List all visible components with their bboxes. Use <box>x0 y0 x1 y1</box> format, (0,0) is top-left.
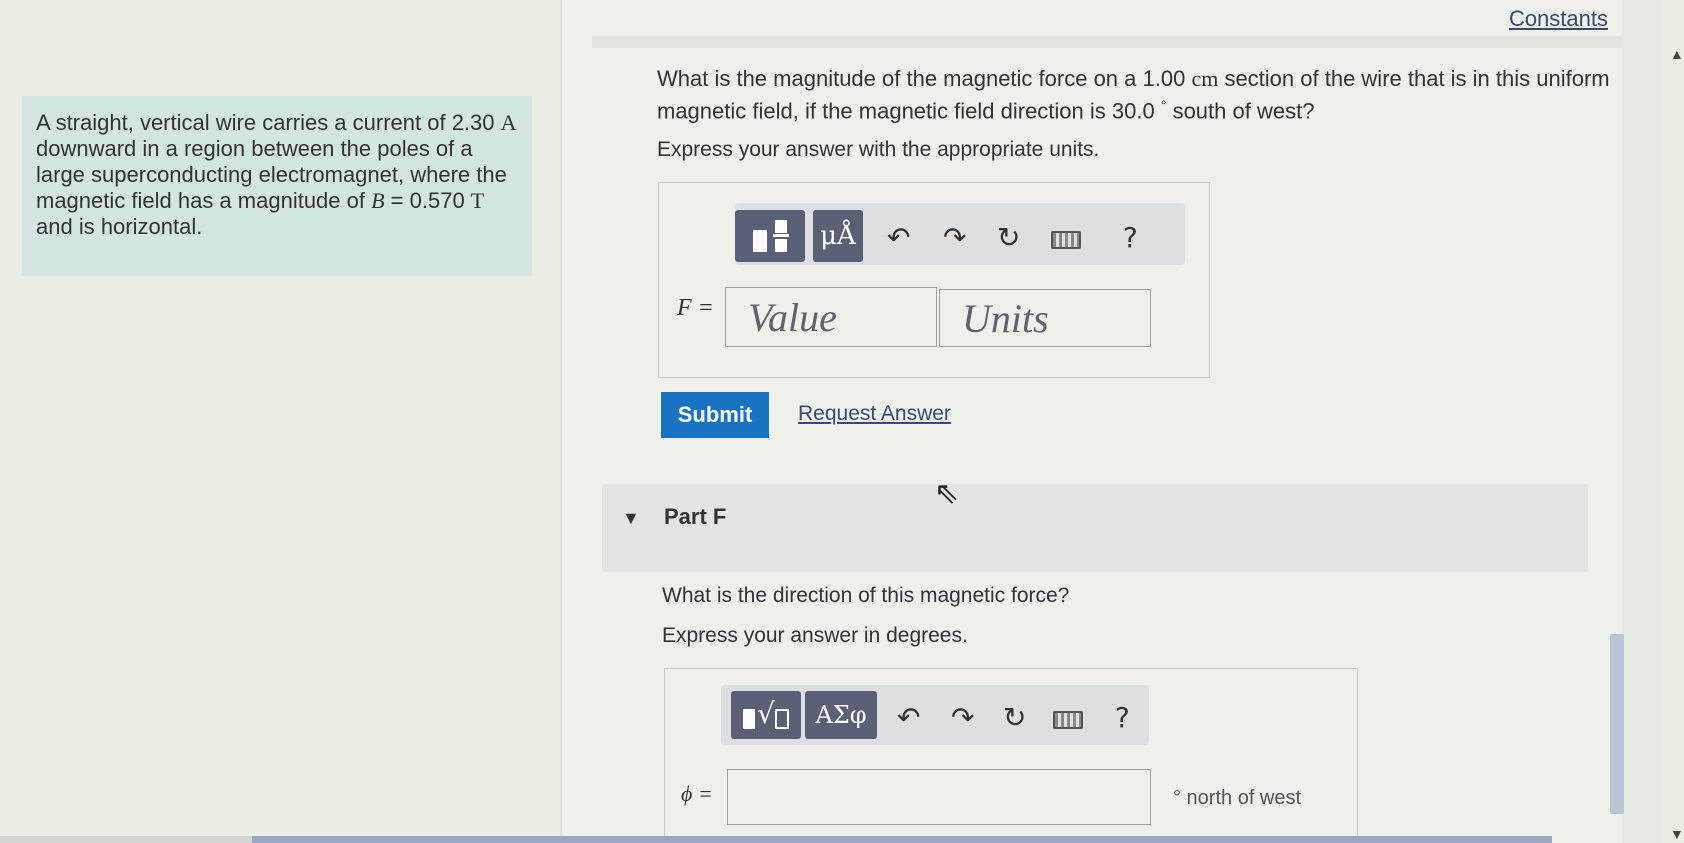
angle-variable-label: ϕ = <box>681 781 713 806</box>
direction-suffix: ° north of west <box>1173 787 1302 809</box>
collapse-caret-icon[interactable]: ▼ <box>622 508 640 529</box>
part-f-answer-box: √ ΑΣφ ↶ ↷ ↻ ? ϕ = ° north of west <box>664 668 1358 843</box>
footer-accent-bar <box>252 836 1552 843</box>
problem-text: = 0.570 <box>384 188 471 213</box>
help-icon[interactable]: ? <box>1123 221 1138 254</box>
units-button[interactable]: μÅ <box>813 210 863 262</box>
scrollbar-thumb[interactable] <box>1610 634 1624 814</box>
math-toolbar: μÅ ↶ ↷ ↻ ? <box>735 203 1185 265</box>
part-e-answer-box: μÅ ↶ ↷ ↻ ? F = <box>658 182 1210 378</box>
templates-button[interactable]: √ <box>731 691 801 739</box>
value-input[interactable] <box>725 287 937 347</box>
scrollbar[interactable] <box>1622 0 1662 843</box>
scroll-down-icon[interactable]: ▼ <box>1670 826 1684 842</box>
help-icon[interactable]: ? <box>1115 701 1130 734</box>
scroll-up-icon[interactable]: ▲ <box>1670 46 1684 62</box>
reset-icon[interactable]: ↻ <box>1003 701 1026 734</box>
templates-button[interactable] <box>735 210 805 262</box>
request-answer-link[interactable]: Request Answer <box>798 402 951 426</box>
templates-icon <box>749 216 791 256</box>
undo-icon[interactable]: ↶ <box>887 221 910 254</box>
mouse-cursor-icon: ⇖ <box>934 477 960 510</box>
sqrt-template-icon: √ <box>741 697 791 733</box>
field-unit: T <box>470 188 485 213</box>
redo-icon[interactable]: ↷ <box>951 701 974 734</box>
problem-statement: A straight, vertical wire carries a curr… <box>22 96 532 276</box>
part-f-question: What is the direction of this magnetic f… <box>662 584 1070 607</box>
part-e-question: What is the magnitude of the magnetic fo… <box>657 66 1617 124</box>
part-e-instruction: Express your answer with the appropriate… <box>657 138 1100 161</box>
undo-icon[interactable]: ↶ <box>897 701 920 734</box>
length-unit: cm <box>1191 66 1219 91</box>
math-toolbar: √ ΑΣφ ↶ ↷ ↻ ? <box>721 685 1149 745</box>
header-band <box>592 36 1632 48</box>
problem-pane: A straight, vertical wire carries a curr… <box>0 0 562 843</box>
redo-icon[interactable]: ↷ <box>943 221 966 254</box>
field-symbol: B <box>371 188 385 213</box>
keyboard-icon[interactable] <box>1053 703 1083 736</box>
part-f-header[interactable]: ▼ Part F <box>602 484 1588 572</box>
part-f-title: Part F <box>664 504 727 529</box>
units-input[interactable] <box>939 289 1151 347</box>
force-variable-label: F = <box>677 295 714 321</box>
problem-text: and is horizontal. <box>36 214 203 239</box>
greek-symbols-button[interactable]: ΑΣφ <box>805 691 877 739</box>
reset-icon[interactable]: ↻ <box>997 221 1020 254</box>
angle-input[interactable] <box>727 769 1151 825</box>
submit-button[interactable]: Submit <box>661 392 769 438</box>
keyboard-icon[interactable] <box>1051 223 1081 256</box>
question-text: south of west? <box>1166 98 1315 124</box>
main-content: Constants What is the magnitude of the m… <box>562 0 1632 843</box>
current-unit: A <box>500 110 517 135</box>
part-f-instruction: Express your answer in degrees. <box>662 624 968 647</box>
problem-text: A straight, vertical wire carries a curr… <box>36 110 501 135</box>
question-text: What is the magnitude of the magnetic fo… <box>657 66 1192 91</box>
constants-link[interactable]: Constants <box>1509 6 1608 32</box>
